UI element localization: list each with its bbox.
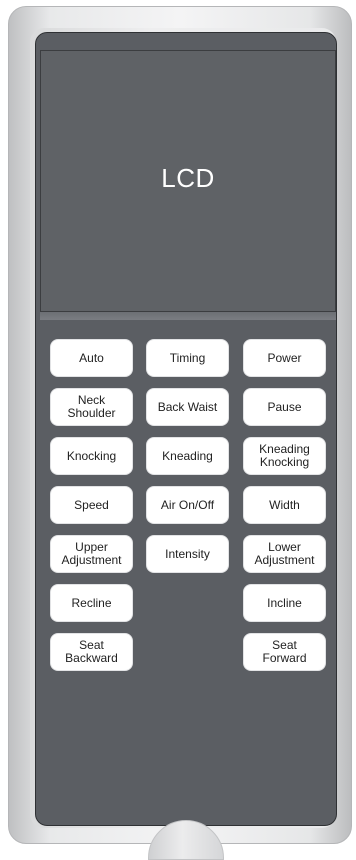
width-button[interactable]: Width bbox=[244, 487, 325, 523]
lcd-divider bbox=[40, 312, 336, 320]
upper-adjustment-button[interactable]: Upper Adjustment bbox=[51, 536, 132, 572]
incline-button[interactable]: Incline bbox=[244, 585, 325, 621]
timing-button[interactable]: Timing bbox=[147, 340, 228, 376]
seat-backward-button[interactable]: Seat Backward bbox=[51, 634, 132, 670]
auto-button[interactable]: Auto bbox=[51, 340, 132, 376]
air-on-off-button[interactable]: Air On/Off bbox=[147, 487, 228, 523]
seat-forward-button[interactable]: Seat Forward bbox=[244, 634, 325, 670]
neck-shoulder-button[interactable]: Neck Shoulder bbox=[51, 389, 132, 425]
recline-button[interactable]: Recline bbox=[51, 585, 132, 621]
lcd-display: LCD bbox=[40, 50, 336, 312]
intensity-button[interactable]: Intensity bbox=[147, 536, 228, 572]
speed-button[interactable]: Speed bbox=[51, 487, 132, 523]
back-waist-button[interactable]: Back Waist bbox=[147, 389, 228, 425]
knocking-button[interactable]: Knocking bbox=[51, 438, 132, 474]
kneading-button[interactable]: Kneading bbox=[147, 438, 228, 474]
pause-button[interactable]: Pause bbox=[244, 389, 325, 425]
power-button[interactable]: Power bbox=[244, 340, 325, 376]
kneading-knocking-button[interactable]: Kneading Knocking bbox=[244, 438, 325, 474]
lower-adjustment-button[interactable]: Lower Adjustment bbox=[244, 536, 325, 572]
lcd-label: LCD bbox=[161, 163, 215, 193]
